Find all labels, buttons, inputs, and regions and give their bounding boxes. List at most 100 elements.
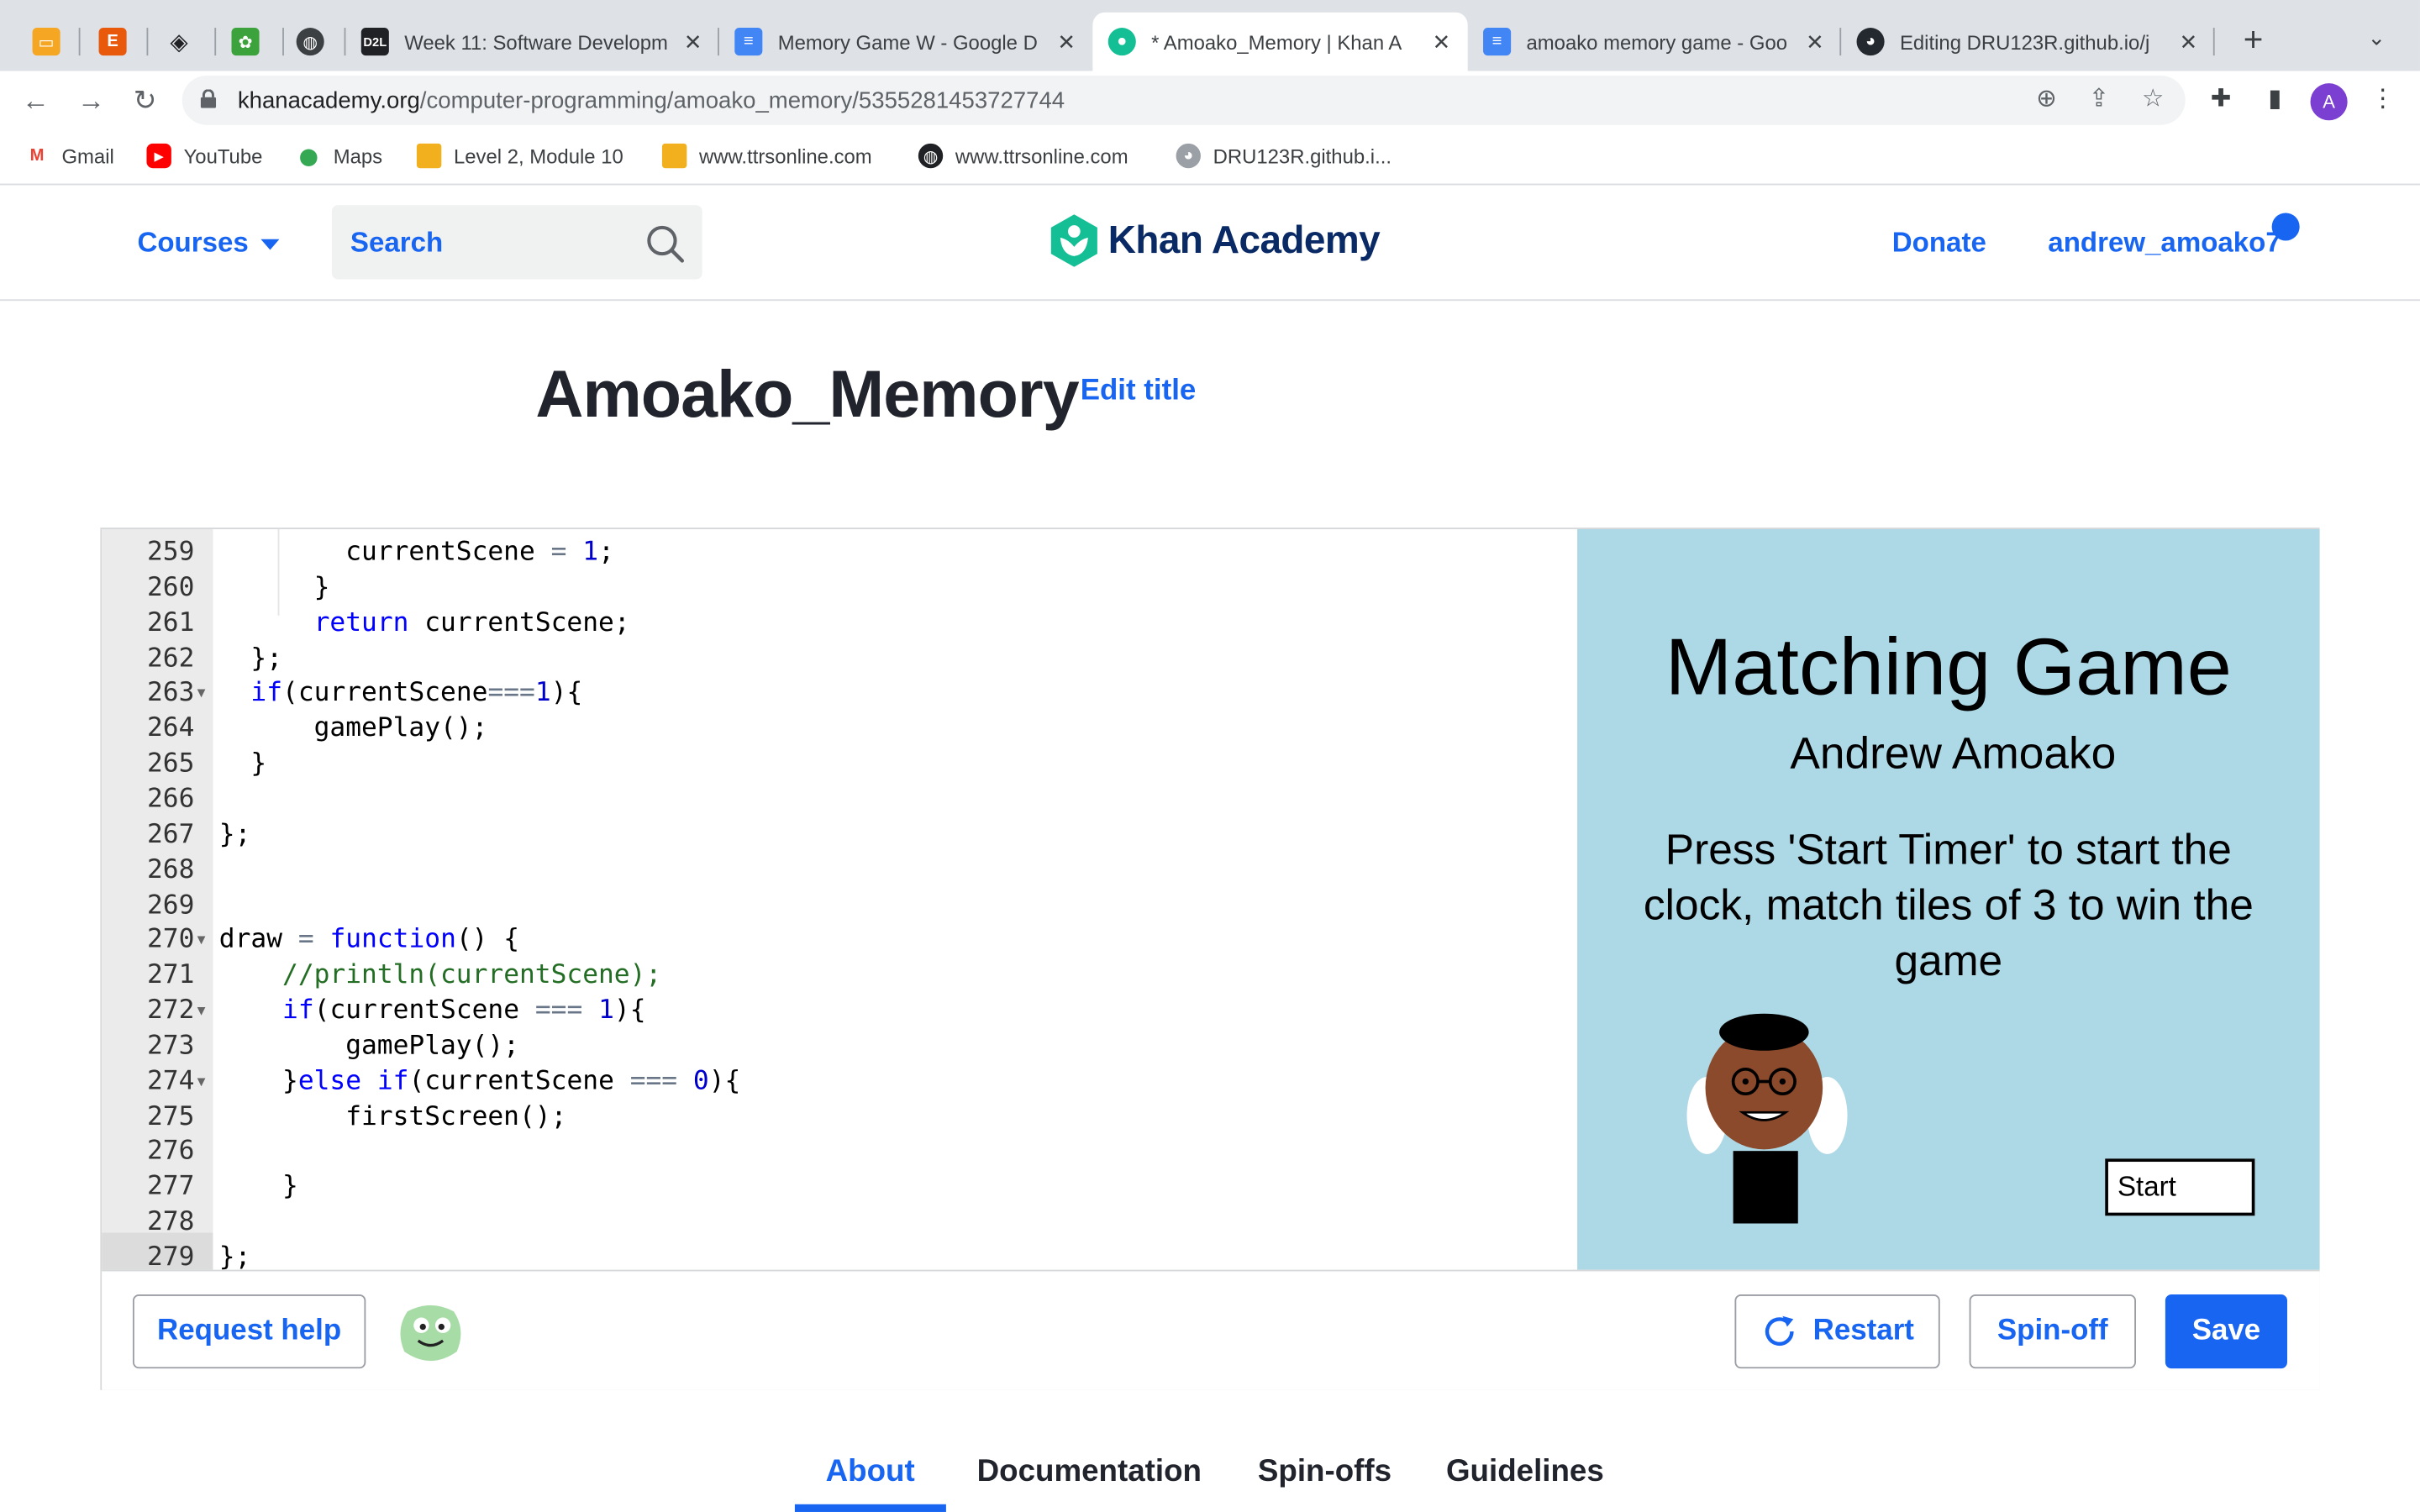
diamond-icon: ◈ bbox=[170, 29, 188, 56]
etsy-icon: E bbox=[98, 28, 127, 56]
code-line: gamePlay(); bbox=[218, 1030, 519, 1062]
bookmark-level2[interactable]: Level 2, Module 10 bbox=[416, 143, 623, 169]
browser-menu-icon[interactable]: ⋮ bbox=[2366, 83, 2400, 117]
fold-arrow-icon[interactable]: ▼ bbox=[194, 1064, 208, 1100]
tab-pinned-4[interactable]: ✿ bbox=[216, 13, 284, 71]
tab-pinned-3[interactable]: ◈ bbox=[148, 13, 217, 71]
line-number: 270 bbox=[147, 924, 195, 956]
khan-academy-logo[interactable]: Khan Academy bbox=[1050, 214, 1381, 267]
avatar-character-drawing bbox=[1686, 1013, 1848, 1224]
fold-arrow-icon[interactable]: ▼ bbox=[194, 676, 208, 711]
line-number: 267 bbox=[147, 818, 195, 850]
tab-amoako-doc[interactable]: ≡ amoako memory game - Goo ✕ bbox=[1468, 13, 1842, 71]
forward-icon[interactable]: → bbox=[74, 83, 108, 117]
bookmark-ttrs-1[interactable]: www.ttrsonline.com bbox=[661, 143, 872, 169]
new-tab-icon[interactable]: + bbox=[2235, 21, 2272, 59]
fold-arrow-icon[interactable]: ▼ bbox=[194, 923, 208, 958]
edit-title-link[interactable]: Edit title bbox=[1081, 375, 1197, 408]
share-icon[interactable]: ⇪ bbox=[2084, 85, 2115, 116]
restart-label: Restart bbox=[1812, 1314, 1914, 1347]
tab-week11[interactable]: D2L Week 11: Software Developm ✕ bbox=[345, 13, 719, 71]
tab-title: amoako memory game - Goo bbox=[1526, 29, 1788, 54]
bookmark-label: Level 2, Module 10 bbox=[453, 144, 623, 168]
donate-link[interactable]: Donate bbox=[1892, 227, 1986, 260]
line-number: 268 bbox=[147, 853, 195, 885]
khan-icon: ● bbox=[1107, 28, 1136, 56]
fold-arrow-icon[interactable]: ▼ bbox=[194, 994, 208, 1029]
spinoff-button[interactable]: Spin-off bbox=[1969, 1294, 2136, 1369]
back-icon[interactable]: ← bbox=[18, 83, 52, 117]
program-output-canvas[interactable]: Matching Game Andrew Amoako Press 'Start… bbox=[1577, 528, 2320, 1270]
close-icon[interactable]: ✕ bbox=[1053, 29, 1081, 55]
search-input[interactable]: Search bbox=[331, 205, 702, 280]
code-line: //println(currentScene); bbox=[282, 959, 662, 991]
bookmark-label: www.ttrsonline.com bbox=[955, 144, 1128, 168]
canvas-title: Matching Game bbox=[1665, 623, 2232, 713]
site-header: Courses Search Khan Academy Donate andre… bbox=[0, 186, 2420, 302]
code-line: } bbox=[218, 748, 267, 780]
extensions-icon[interactable]: ✚ bbox=[2204, 83, 2238, 117]
line-number: 261 bbox=[147, 607, 195, 638]
code-line: }else if(currentScene === 0){ bbox=[218, 1065, 741, 1097]
canvas-author: Andrew Amoako bbox=[1790, 729, 2117, 780]
close-icon[interactable]: ✕ bbox=[2175, 29, 2202, 55]
restart-button[interactable]: Restart bbox=[1734, 1294, 1940, 1369]
profile-avatar[interactable]: A bbox=[2310, 83, 2348, 121]
tab-search-chevron-icon[interactable]: ⌄ bbox=[2367, 24, 2386, 50]
save-button[interactable]: Save bbox=[2165, 1294, 2287, 1369]
restart-icon bbox=[1765, 1315, 1794, 1347]
github-icon: ◕ bbox=[1856, 28, 1885, 56]
line-number: 264 bbox=[147, 713, 195, 744]
tab-memory-game-doc[interactable]: ≡ Memory Game W - Google D ✕ bbox=[719, 13, 1092, 71]
tab-spinoffs[interactable]: Spin-offs bbox=[1258, 1455, 1392, 1490]
folder-icon bbox=[661, 143, 687, 169]
bookmark-youtube[interactable]: ▶ YouTube bbox=[146, 143, 262, 169]
tab-guidelines[interactable]: Guidelines bbox=[1446, 1455, 1604, 1490]
app-root: ▭ E ◈ ✿ ◍ D2L Week 11: Software Developm… bbox=[0, 0, 2420, 1512]
user-menu[interactable]: andrew_amoako7 bbox=[2048, 227, 2281, 260]
notification-dot-icon[interactable] bbox=[2271, 213, 2300, 241]
bookmark-maps[interactable]: ⬤ Maps bbox=[297, 144, 382, 168]
tab-pinned-2[interactable]: E bbox=[81, 13, 149, 71]
code-line: }; bbox=[218, 818, 251, 850]
khan-logo-icon bbox=[1050, 214, 1097, 267]
code-line: if(currentScene === 1){ bbox=[282, 995, 646, 1026]
code-line: } bbox=[218, 572, 330, 603]
docs-icon: ≡ bbox=[1483, 28, 1512, 56]
bookmark-ttrs-2[interactable]: ◍ www.ttrsonline.com bbox=[918, 143, 1128, 169]
request-help-button[interactable]: Request help bbox=[132, 1294, 366, 1369]
program-editor: 259 260 261 262 263 ▼ 264 265 266 267 268 269 270 ▼ 27… bbox=[100, 528, 2320, 1390]
bookmark-github[interactable]: ◕ DRU123R.github.i... bbox=[1176, 143, 1392, 169]
tab-about[interactable]: About bbox=[826, 1455, 915, 1490]
code-line: firstScreen(); bbox=[218, 1100, 567, 1132]
code-line: if(currentScene===1){ bbox=[250, 678, 583, 709]
presentation-icon: ▭ bbox=[32, 28, 60, 56]
search-icon[interactable] bbox=[645, 223, 686, 264]
canvas-start-button[interactable]: Start bbox=[2105, 1158, 2255, 1216]
close-icon[interactable]: ✕ bbox=[1428, 29, 1455, 55]
zoom-icon[interactable]: ⊕ bbox=[2031, 85, 2062, 116]
bookmarks-bar: M Gmail ▶ YouTube ⬤ Maps Level 2, Module 10… bbox=[0, 129, 2420, 186]
bookmark-label: www.ttrsonline.com bbox=[699, 144, 872, 168]
tab-pinned-5[interactable]: ◍ bbox=[284, 13, 346, 71]
editor-action-bar: Request help Restart Spin-off Save bbox=[102, 1269, 2320, 1390]
bookmark-star-icon[interactable]: ☆ bbox=[2138, 85, 2169, 116]
code-editor[interactable]: currentScene = 1; } return currentScene;… bbox=[213, 528, 1578, 1270]
close-icon[interactable]: ✕ bbox=[1801, 29, 1828, 55]
tab-documentation[interactable]: Documentation bbox=[977, 1455, 1202, 1490]
reload-icon[interactable]: ↻ bbox=[128, 83, 161, 117]
courses-menu[interactable]: Courses bbox=[137, 227, 280, 260]
bookmark-gmail[interactable]: M Gmail bbox=[24, 144, 114, 168]
tab-pinned-1[interactable]: ▭ bbox=[13, 13, 81, 71]
mascot-blob-icon bbox=[400, 1305, 461, 1361]
chevron-down-icon bbox=[260, 239, 280, 250]
tab-github[interactable]: ◕ Editing DRU123R.github.io/j ✕ bbox=[1841, 13, 2215, 71]
line-number: 275 bbox=[147, 1100, 195, 1132]
side-panel-icon[interactable]: ▮ bbox=[2258, 83, 2291, 117]
close-icon[interactable]: ✕ bbox=[679, 29, 707, 55]
address-bar[interactable]: khanacademy.org/computer-programming/amo… bbox=[182, 75, 2186, 125]
tab-khan-active[interactable]: ● * Amoako_Memory | Khan A ✕ bbox=[1092, 12, 1468, 71]
